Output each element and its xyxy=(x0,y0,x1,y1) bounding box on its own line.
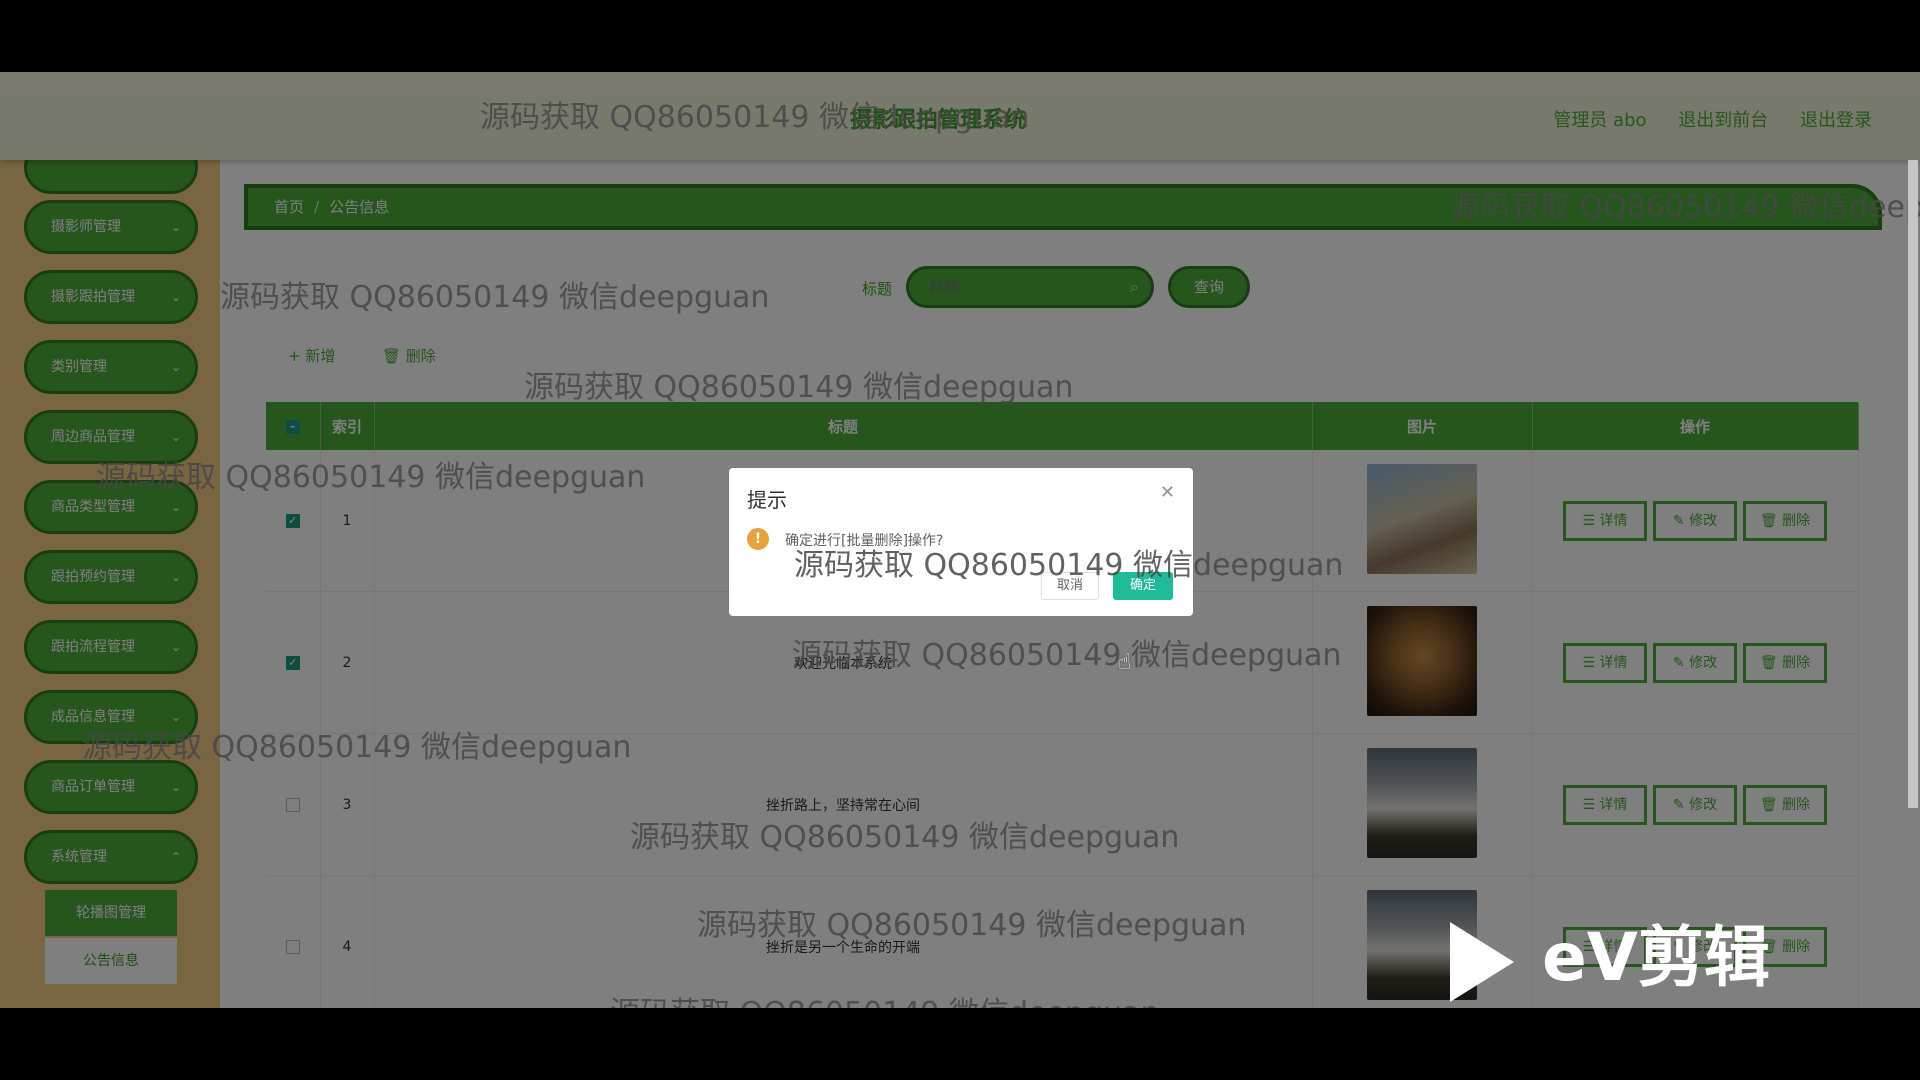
watermark: 源码获取 QQ86050149 微信deepguan xyxy=(524,370,1074,405)
watermark: 源码获取 QQ86050149 微信deepguan xyxy=(1450,190,1920,225)
scrollbar[interactable] xyxy=(1908,160,1918,808)
play-icon xyxy=(1450,921,1514,1002)
watermark: 源码获取 QQ86050149 微信deepguan xyxy=(610,988,1159,1008)
watermark: 源码获取 QQ86050149 微信deepguan xyxy=(697,908,1247,943)
app-frame: 摄影跟拍管理系统 管理员 abo 退出到前台 退出登录 摄影师管理⌄ 摄影跟拍管… xyxy=(0,72,1920,1008)
watermark: 源码获取 QQ86050149 微信deepguan xyxy=(96,460,646,495)
dialog-title: 提示 xyxy=(747,488,787,512)
close-icon[interactable]: ✕ xyxy=(1160,482,1175,503)
warning-icon: ! xyxy=(747,528,769,550)
watermark: 源码获取 QQ86050149 微信deepguan xyxy=(792,638,1342,673)
watermark: 源码获取 QQ86050149 微信deepguan xyxy=(220,280,770,315)
watermark: 源码获取 QQ86050149 微信deepguan xyxy=(630,820,1180,855)
watermark: 源码获取 QQ86050149 微信deepguan xyxy=(82,730,632,765)
ev-editor-logo: eV剪辑 xyxy=(1450,904,1770,1002)
watermark: 源码获取 QQ86050149 微信deepguan xyxy=(794,548,1344,583)
watermark: 源码获取 QQ86050149 微信deepguan xyxy=(480,100,1030,135)
ev-logo-text: eV剪辑 xyxy=(1542,919,1770,996)
